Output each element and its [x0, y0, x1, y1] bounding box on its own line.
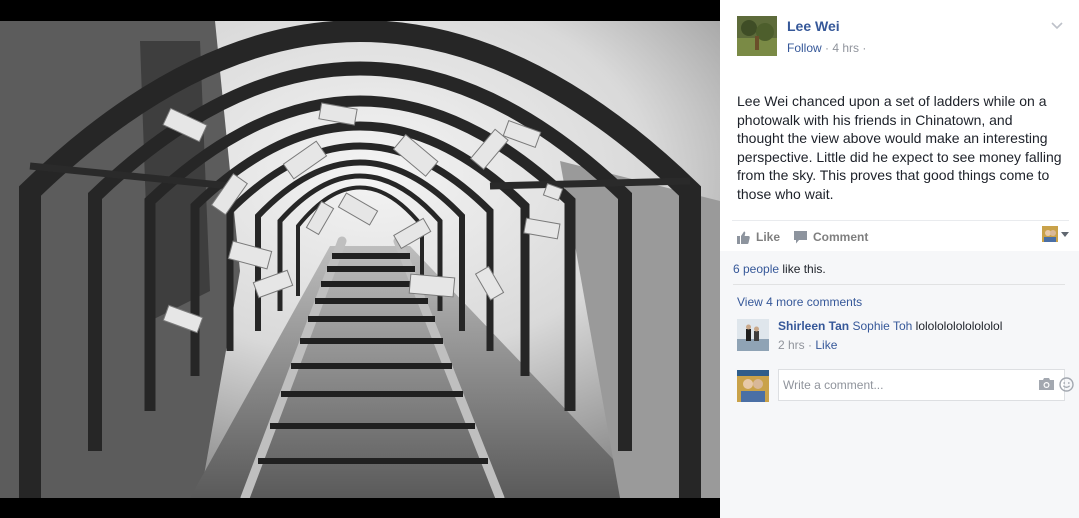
photo-stage [0, 0, 720, 518]
comment-meta-separator: · [804, 338, 816, 352]
post-time[interactable]: 4 hrs [832, 41, 859, 55]
like-button[interactable]: Like [737, 230, 780, 244]
ladder-photo-image [0, 21, 720, 498]
viewer-avatar [737, 370, 769, 402]
post-actions-bar: Like Comment [732, 220, 1069, 251]
author-avatar[interactable] [737, 16, 777, 56]
comment-time[interactable]: 2 hrs [778, 338, 805, 352]
post-meta: Follow · 4 hrs · [787, 41, 866, 55]
like-label: Like [756, 230, 781, 244]
meta-trailing-dot: · [859, 41, 867, 55]
post-photo[interactable] [0, 21, 720, 498]
author-name[interactable]: Lee Wei [787, 18, 840, 34]
viewer-mini-avatar [1042, 226, 1058, 242]
smiley-icon[interactable] [1059, 377, 1074, 392]
speech-bubble-icon [794, 230, 807, 243]
view-more-comments-link[interactable]: View 4 more comments [737, 295, 862, 309]
comment-composer [737, 369, 1074, 403]
likes-count-link[interactable]: 6 people [733, 262, 779, 276]
follow-link[interactable]: Follow [787, 41, 822, 55]
likes-suffix: like this. [779, 262, 826, 276]
feedback-section: 6 people like this. View 4 more comments… [720, 251, 1079, 518]
commenter-avatar[interactable] [737, 319, 769, 351]
divider [733, 284, 1065, 285]
post-side-panel: Lee Wei Follow · 4 hrs · Lee Wei chanced… [720, 0, 1079, 518]
comment-author[interactable]: Shirleen Tan [778, 319, 849, 333]
comment-meta: 2 hrs · Like [778, 338, 837, 352]
post-caption: Lee Wei chanced upon a set of ladders wh… [737, 93, 1062, 202]
post-header: Lee Wei Follow · 4 hrs · [737, 16, 1067, 60]
comment-item: Shirleen Tan Sophie Toh lolololololololo… [737, 318, 1067, 354]
camera-icon[interactable] [1039, 378, 1054, 390]
comment-label: Comment [813, 230, 869, 244]
post-as-selector[interactable] [1042, 226, 1069, 242]
comment-input[interactable] [778, 369, 1065, 401]
comment-button[interactable]: Comment [794, 230, 868, 244]
meta-separator: · [821, 41, 833, 55]
likes-summary: 6 people like this. [733, 262, 826, 276]
comment-body: Shirleen Tan Sophie Toh lolololololololo… [778, 318, 1002, 334]
chevron-down-icon[interactable] [1047, 16, 1067, 36]
comment-tagged-user[interactable]: Sophie Toh [852, 319, 912, 333]
caret-down-icon [1061, 231, 1069, 237]
thumbs-up-icon [737, 231, 750, 244]
comment-like-link[interactable]: Like [815, 338, 837, 352]
comment-text: lololololololololol [912, 319, 1003, 333]
